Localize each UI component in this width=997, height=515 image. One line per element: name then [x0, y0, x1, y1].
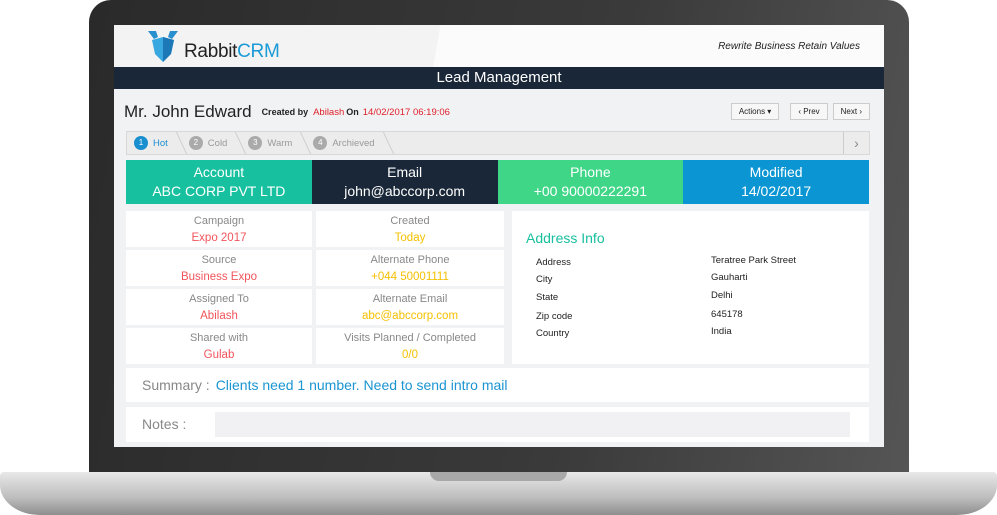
card-label: Modified [749, 164, 803, 180]
step-number: 2 [188, 136, 203, 150]
step-number: 4 [313, 136, 328, 150]
notes-label: Notes : [142, 416, 187, 432]
step-label: Cold [207, 137, 228, 149]
address-value: Delhi [711, 290, 733, 301]
address-value: Teratree Park Street [711, 255, 797, 266]
address-value: Gauharti [711, 272, 748, 283]
field-label: Shared with [189, 332, 249, 344]
card-label: Phone [570, 164, 611, 180]
field-label: Alternate Phone [370, 254, 450, 266]
on-label: On [346, 107, 359, 117]
tagline: Rewrite Business Retain Values [718, 41, 860, 52]
card-account: Account ABC CORP PVT LTD [126, 160, 312, 204]
field-value: 0/0 [402, 349, 418, 361]
field-alternate-phone: Alternate Phone +044 50001111 [316, 250, 504, 286]
address-label: City [536, 274, 553, 285]
card-phone: Phone +00 90000222291 [497, 160, 684, 204]
card-value: 14/02/2017 [741, 183, 812, 199]
card-value[interactable]: john@abccorp.com [312, 182, 498, 201]
laptop-notch [430, 472, 567, 481]
step-number: 3 [248, 136, 263, 150]
field-value: abc@abccorp.com [361, 310, 459, 322]
field-value: Abilash [200, 310, 238, 322]
field-value: +044 50001111 [371, 271, 449, 283]
step-archieved[interactable]: 4 Archieved [306, 136, 388, 150]
chevron-right-icon[interactable]: › [843, 132, 869, 154]
field-label: Alternate Email [372, 293, 448, 305]
status-stepper: 1 Hot 2 Cold 3 Warm 4 Archieved › [126, 131, 870, 155]
notes-row: Notes : [126, 407, 869, 442]
field-label: Visits Planned / Completed [344, 332, 476, 344]
field-created: Created Today [316, 211, 504, 247]
notes-input[interactable] [215, 412, 850, 437]
card-email: Email john@abccorp.com [311, 160, 498, 204]
field-value: Business Expo [180, 271, 258, 283]
summary-value: Clients need 1 number. Need to send intr… [215, 377, 508, 393]
created-by-label: Created by [261, 107, 309, 117]
address-row: City Gauharti [536, 272, 856, 285]
summary-cards: Account ABC CORP PVT LTD Email john@abccor… [126, 160, 869, 204]
field-label: Campaign [193, 215, 245, 227]
logo[interactable]: RabbitCRM [146, 31, 280, 63]
created-on: 14/02/2017 06:19:06 [362, 106, 450, 118]
step-warm[interactable]: 3 Warm [241, 136, 306, 150]
lead-name: Mr. John Edward [124, 102, 252, 121]
card-modified: Modified 14/02/2017 [683, 160, 869, 204]
actions-dropdown[interactable]: Actions ▾ [730, 103, 780, 120]
address-value: India [711, 326, 732, 337]
address-label: Address [536, 257, 571, 268]
address-value: 645178 [711, 309, 743, 320]
step-hot[interactable]: 1 Hot [127, 136, 182, 150]
address-row: Country India [536, 326, 856, 339]
address-row: State Delhi [536, 290, 856, 303]
field-assigned-to: Assigned To Abilash [126, 289, 312, 325]
card-label: Email [387, 164, 423, 180]
step-label: Hot [153, 137, 168, 149]
logo-text-rabbit: Rabbit [184, 41, 238, 62]
card-value: ABC CORP PVT LTD [152, 183, 286, 199]
field-label: Created [390, 215, 430, 227]
field-value: Gulab [203, 349, 235, 361]
field-shared-with: Shared with Gulab [126, 328, 312, 364]
address-row: Address Teratree Park Street [536, 255, 856, 268]
created-by-user[interactable]: Abilash [313, 107, 344, 118]
logo-text-crm: CRM [237, 41, 280, 62]
rabbit-logo-icon [148, 31, 178, 62]
next-button[interactable]: Next › [832, 103, 870, 120]
field-alternate-email: Alternate Email abc@abccorp.com [316, 289, 504, 325]
page-title-bar: Lead Management [114, 67, 884, 89]
step-number: 1 [134, 136, 148, 150]
field-value: Today [394, 232, 426, 244]
card-label: Account [193, 164, 245, 180]
step-label: Archieved [332, 137, 375, 149]
logo-text: RabbitCRM [184, 41, 280, 63]
address-label: Zip code [536, 311, 573, 322]
card-value: +00 90000222291 [533, 183, 648, 199]
field-source: Source Business Expo [126, 250, 312, 286]
field-visits: Visits Planned / Completed 0/0 [316, 328, 504, 364]
field-value: Expo 2017 [191, 232, 247, 244]
prev-button[interactable]: ‹ Prev [790, 103, 828, 120]
address-panel: Address Info Address Teratree Park Street… [512, 211, 869, 364]
address-label: Country [536, 328, 570, 339]
field-campaign: Campaign Expo 2017 [126, 211, 312, 247]
step-label: Warm [267, 137, 293, 149]
laptop-base [0, 472, 997, 515]
address-label: State [536, 292, 559, 303]
summary-label: Summary : [142, 377, 210, 393]
app-header: RabbitCRM Rewrite Business Retain Values [114, 25, 884, 67]
summary-row: Summary : Clients need 1 number. Need to … [126, 368, 869, 402]
step-cold[interactable]: 2 Cold [182, 136, 242, 150]
address-title: Address Info [526, 230, 605, 246]
lead-title-row: Mr. John Edward Created by Abilash On 14… [124, 101, 874, 123]
field-label: Source [201, 254, 237, 266]
screen: RabbitCRM Rewrite Business Retain Values… [114, 25, 884, 447]
address-row: Zip code 645178 [536, 309, 856, 322]
field-label: Assigned To [189, 293, 249, 305]
